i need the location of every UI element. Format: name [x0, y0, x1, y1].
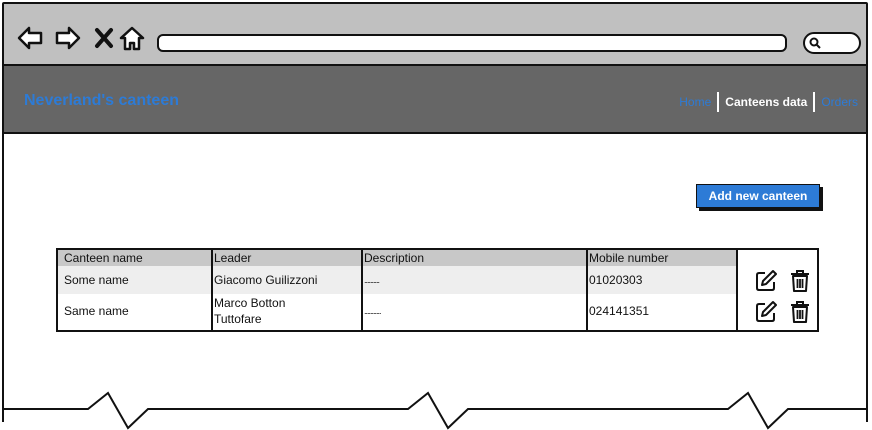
column-header-mobile-number[interactable]: Mobile number — [589, 251, 668, 265]
search-icon — [809, 37, 821, 49]
torn-bottom-edge — [2, 391, 868, 430]
cell-mobile-number: 024141351 — [589, 304, 650, 318]
cell-canteen-name: Some name — [64, 273, 129, 287]
cell-leader: Giacomo Guilizzoni — [214, 273, 318, 287]
column-header-description[interactable]: Description — [364, 251, 424, 265]
site-header: Neverland's canteen Home Canteens data O… — [2, 66, 868, 134]
column-divider — [736, 250, 738, 330]
browser-window: Neverland's canteen Home Canteens data O… — [2, 2, 868, 430]
browser-search-field[interactable] — [803, 32, 861, 54]
column-divider — [211, 250, 213, 330]
canteens-table: Canteen name Leader Description Mobile n… — [56, 248, 819, 332]
edit-icon[interactable] — [754, 300, 778, 324]
trash-icon[interactable] — [788, 300, 812, 324]
trash-icon[interactable] — [788, 269, 812, 293]
cell-description: .......... — [364, 275, 380, 285]
browser-chrome — [2, 2, 868, 66]
main-content: Add new canteen Canteen name Leader Desc… — [2, 134, 868, 422]
column-divider — [361, 250, 363, 330]
nav-canteens-data[interactable]: Canteens data — [719, 95, 813, 109]
cell-description: ........... — [364, 306, 381, 316]
cell-leader-line2: Tuttofare — [214, 312, 262, 326]
forward-arrow-icon[interactable] — [54, 24, 82, 52]
column-divider — [586, 250, 588, 330]
cell-leader: Marco Botton — [214, 296, 286, 310]
column-header-canteen-name[interactable]: Canteen name — [64, 251, 143, 265]
edit-icon[interactable] — [754, 269, 778, 293]
brand-title[interactable]: Neverland's canteen — [24, 92, 179, 110]
column-header-leader[interactable]: Leader — [214, 251, 251, 265]
address-bar[interactable] — [157, 34, 787, 52]
back-arrow-icon[interactable] — [16, 24, 44, 52]
close-icon[interactable] — [90, 24, 118, 52]
nav-home[interactable]: Home — [673, 95, 717, 109]
nav-orders[interactable]: Orders — [815, 95, 864, 109]
cell-canteen-name: Same name — [64, 304, 129, 318]
add-new-canteen-button[interactable]: Add new canteen — [696, 184, 820, 208]
home-icon[interactable] — [118, 24, 146, 52]
main-nav: Home Canteens data Orders — [673, 92, 864, 112]
cell-mobile-number: 01020303 — [589, 273, 643, 287]
